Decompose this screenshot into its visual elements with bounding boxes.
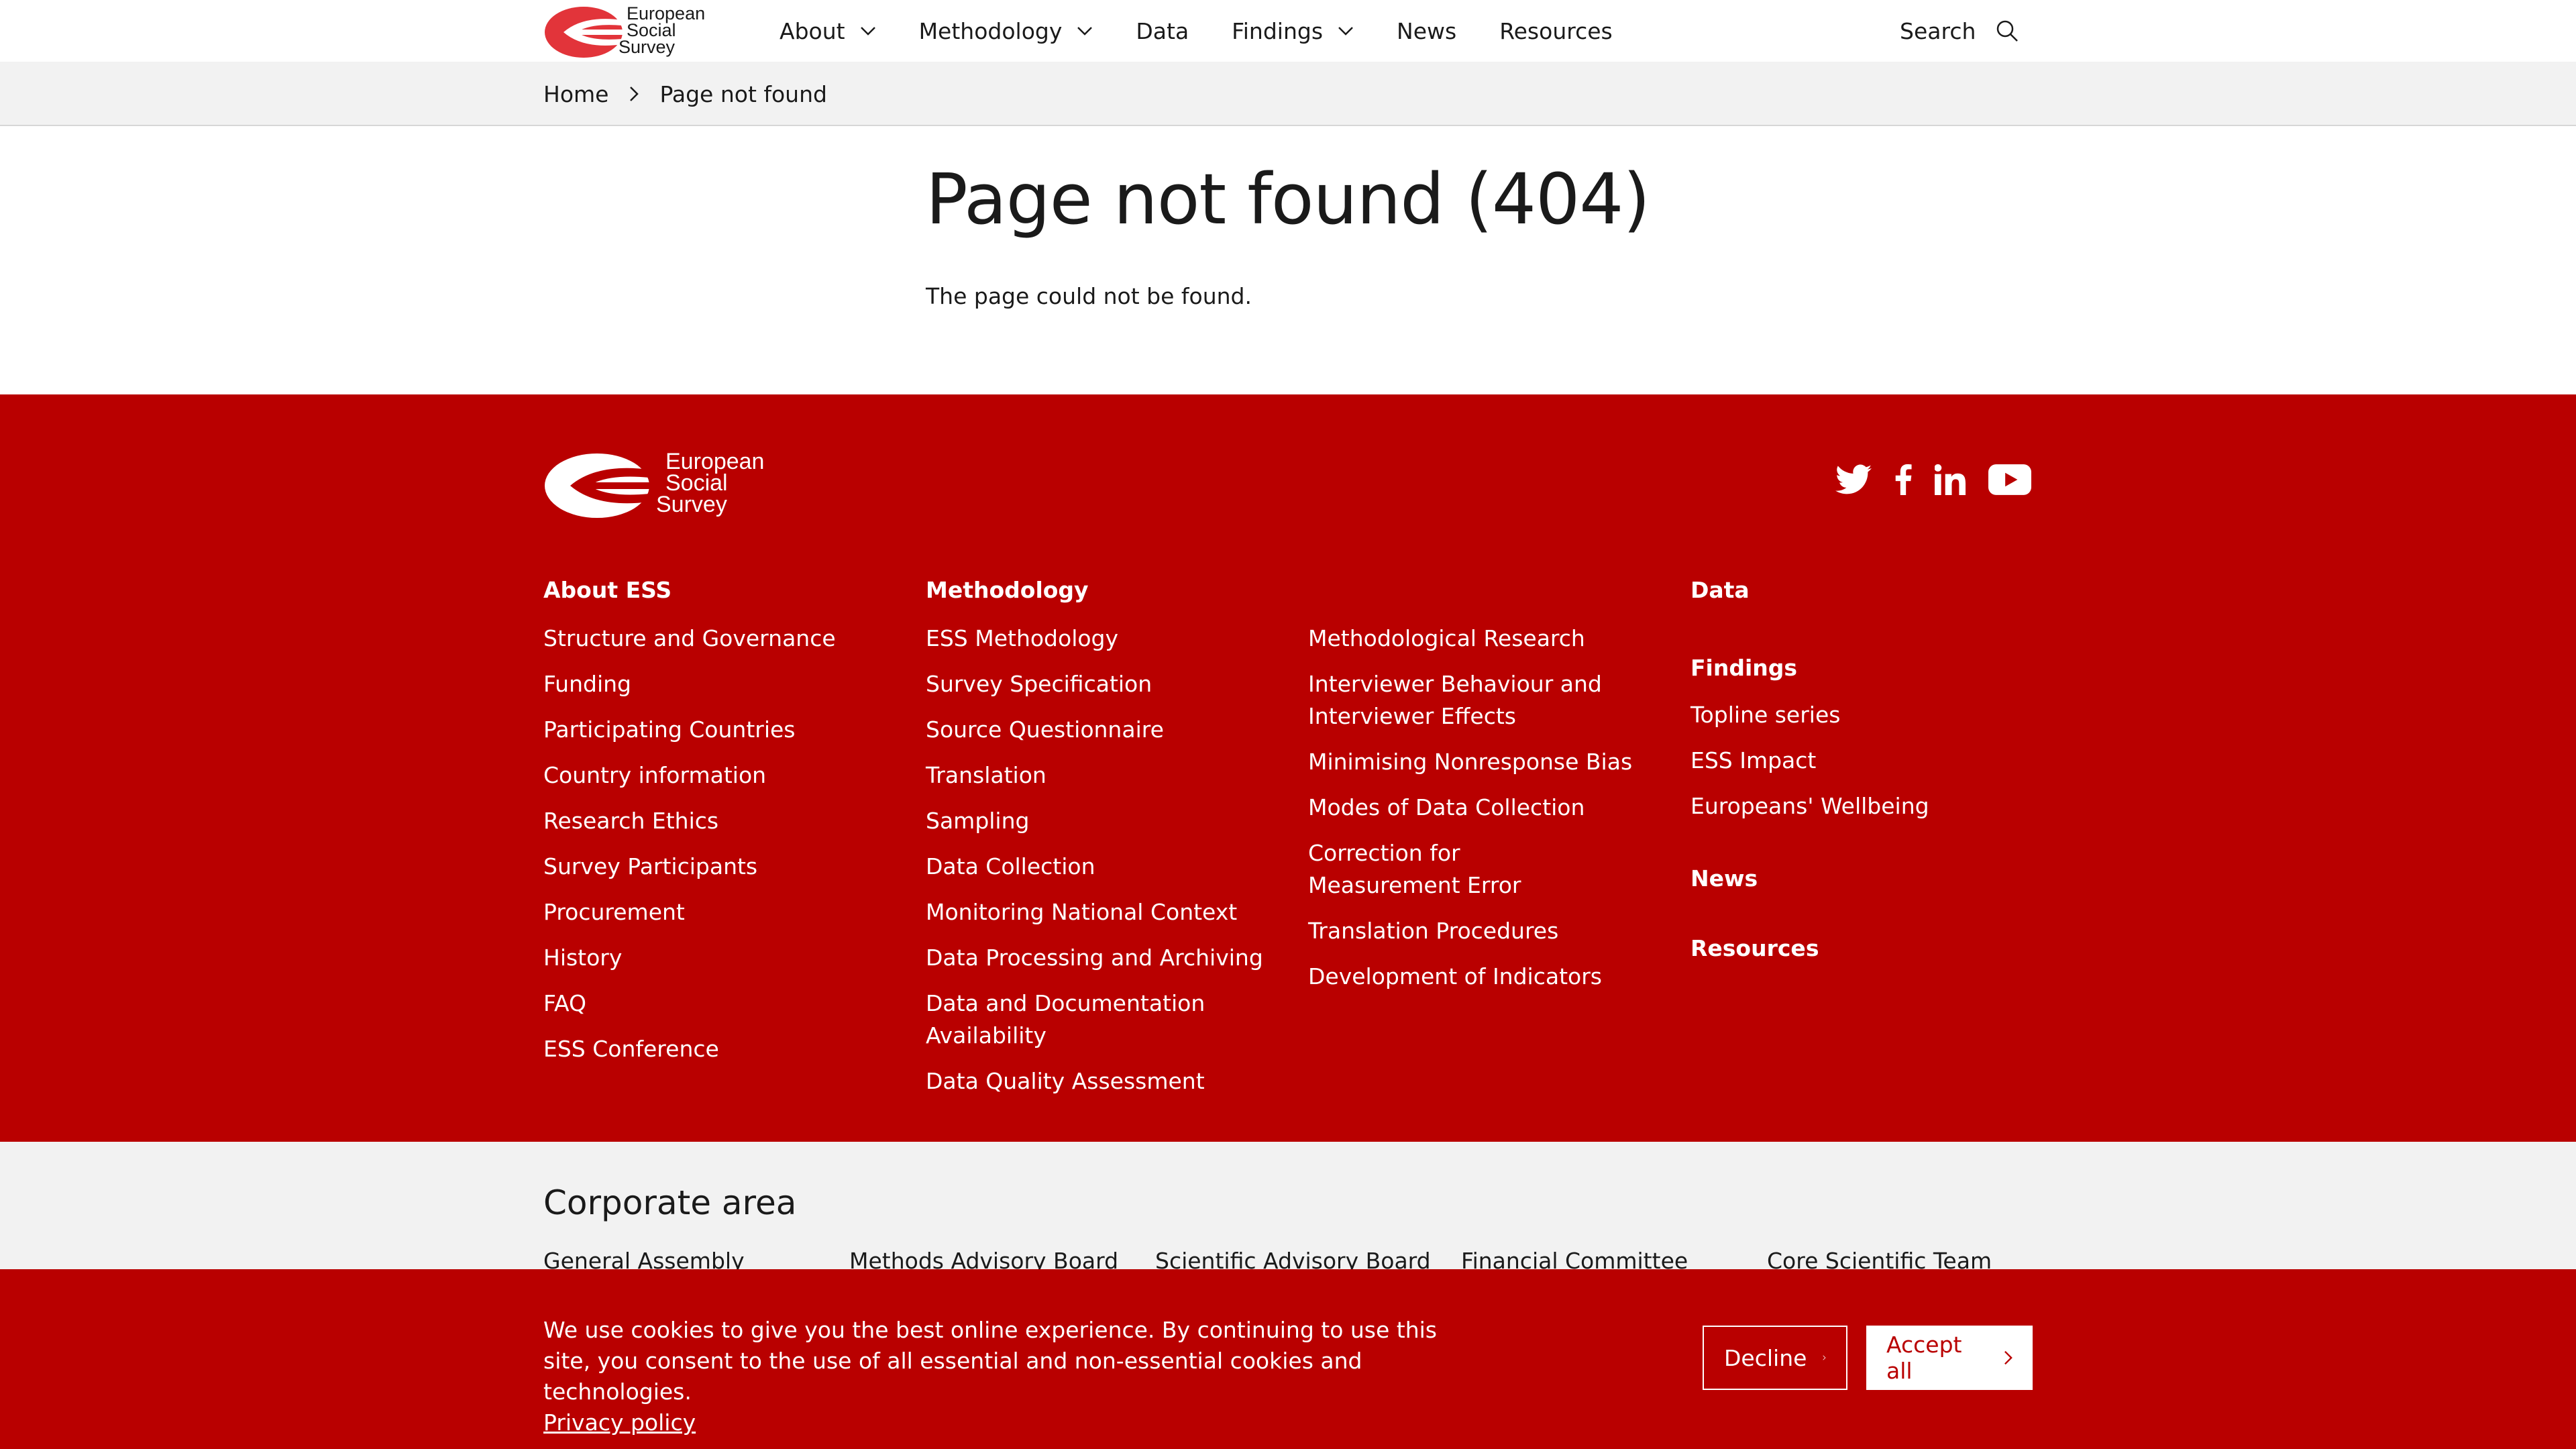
chevron-right-icon (1823, 1355, 1826, 1360)
nav-methodology-label: Methodology (918, 17, 1063, 44)
footer-link[interactable]: Translation Procedures (1308, 915, 1632, 947)
footer-heading-methodology[interactable]: Methodology (926, 577, 1263, 604)
chevron-down-icon (860, 27, 875, 36)
twitter-icon[interactable] (1835, 464, 1872, 498)
footer-link[interactable]: Topline series (1690, 699, 1929, 731)
breadcrumb-current: Page not found (659, 80, 827, 107)
cookie-text: We use cookies to give you the best onli… (543, 1317, 1438, 1405)
chevron-right-icon (630, 87, 639, 101)
cookie-banner: We use cookies to give you the best onli… (0, 1269, 2576, 1449)
footer-logo-word-1: European (665, 449, 765, 474)
footer-logo-word-2: Social (665, 470, 728, 496)
footer-col-about: About ESS Structure and Governance Fundi… (543, 577, 836, 1079)
footer-link[interactable]: Funding (543, 668, 836, 700)
nav-findings[interactable]: Findings (1232, 18, 1354, 44)
nav-news-label: News (1397, 17, 1457, 44)
footer-link[interactable]: Research Ethics (543, 805, 836, 837)
chevron-right-icon (2004, 1350, 2012, 1365)
footer-link[interactable]: Europeans' Wellbeing (1690, 790, 1929, 822)
accept-label: Accept all (1886, 1332, 1962, 1384)
ess-logo-footer[interactable]: European Social Survey (543, 449, 765, 521)
footer-link[interactable]: Source Questionnaire (926, 714, 1263, 746)
footer-col-methodology: Methodology ESS Methodology Survey Speci… (926, 577, 1263, 1111)
breadcrumb-home[interactable]: Home (543, 81, 608, 107)
chevron-down-icon (1077, 27, 1093, 36)
footer-link[interactable]: Structure and Governance (543, 623, 836, 655)
footer-link[interactable]: Monitoring National Context (926, 896, 1263, 928)
footer-link[interactable]: Development of Indicators (1308, 961, 1632, 993)
site-header: European Social Survey About Methodology… (0, 0, 2576, 62)
cookie-message: We use cookies to give you the best onli… (543, 1315, 1483, 1438)
footer-link[interactable]: FAQ (543, 987, 836, 1020)
footer-link[interactable]: Data Quality Assessment (926, 1065, 1263, 1097)
nav-resources[interactable]: Resources (1499, 18, 1613, 44)
breadcrumb: Home Page not found (543, 62, 827, 126)
search-icon (1997, 20, 2019, 42)
linkedin-icon[interactable] (1934, 464, 1966, 498)
footer-link[interactable]: Methodological Research (1308, 623, 1632, 655)
nav-resources-label: Resources (1499, 17, 1613, 44)
nav-data[interactable]: Data (1136, 18, 1189, 44)
search-button[interactable]: Search (1900, 0, 2019, 62)
logo-word-3: Survey (619, 37, 676, 57)
breadcrumb-bar: Home Page not found (0, 62, 2576, 126)
footer-heading-data[interactable]: Data (1690, 577, 1929, 604)
site-footer: European Social Survey About ESS Structu… (0, 394, 2576, 1142)
footer-heading-resources[interactable]: Resources (1690, 935, 1929, 962)
nav-about-label: About (780, 17, 845, 44)
ess-logo[interactable]: European Social Survey (543, 5, 715, 59)
decline-label: Decline (1724, 1344, 1807, 1371)
footer-link[interactable]: Data and Documentation Availability (926, 987, 1221, 1052)
search-label: Search (1900, 17, 1976, 44)
footer-col-methodology-2: Methodological Research Interviewer Beha… (1308, 623, 1632, 1006)
error-message: The page could not be found. (926, 283, 1252, 309)
footer-link[interactable]: ESS Impact (1690, 745, 1929, 777)
footer-link[interactable]: ESS Conference (543, 1033, 836, 1065)
footer-link[interactable]: Data Collection (926, 851, 1263, 883)
footer-link[interactable]: Survey Participants (543, 851, 836, 883)
corporate-area: Corporate area General Assembly Methods … (0, 1142, 2576, 1274)
footer-link[interactable]: Interviewer Behaviour and Interviewer Ef… (1308, 668, 1603, 733)
nav-about[interactable]: About (780, 18, 876, 44)
footer-link[interactable]: Sampling (926, 805, 1263, 837)
footer-col-data: Data Findings Topline series ESS Impact … (1690, 577, 1929, 979)
footer-logo-word-3: Survey (656, 492, 727, 517)
decline-button[interactable]: Decline (1703, 1326, 1847, 1390)
footer-heading-about[interactable]: About ESS (543, 577, 836, 604)
facebook-icon[interactable] (1894, 464, 1912, 498)
accept-all-button[interactable]: Accept all (1866, 1326, 2033, 1390)
footer-link[interactable]: Country information (543, 759, 836, 792)
youtube-icon[interactable] (1988, 464, 2031, 498)
footer-link[interactable]: Survey Specification (926, 668, 1263, 700)
chevron-down-icon (1338, 27, 1353, 36)
nav-methodology[interactable]: Methodology (919, 18, 1093, 44)
nav-news[interactable]: News (1397, 18, 1456, 44)
footer-link[interactable]: History (543, 942, 836, 974)
footer-heading-findings[interactable]: Findings (1690, 655, 1929, 682)
footer-link[interactable]: Translation (926, 759, 1263, 792)
footer-heading-news[interactable]: News (1690, 865, 1929, 892)
privacy-policy-link[interactable]: Privacy policy (543, 1407, 1483, 1438)
footer-link[interactable]: Correction for Measurement Error (1308, 837, 1603, 902)
nav-findings-label: Findings (1232, 17, 1324, 44)
page-title: Page not found (404) (926, 158, 1650, 240)
corporate-title: Corporate area (543, 1183, 797, 1222)
footer-link[interactable]: Participating Countries (543, 714, 836, 746)
social-links (1835, 464, 2054, 498)
footer-link[interactable]: Minimising Nonresponse Bias (1308, 746, 1632, 778)
main-nav: About Methodology Data Findings News Res… (780, 0, 1656, 62)
footer-link[interactable]: Data Processing and Archiving (926, 942, 1263, 974)
footer-link[interactable]: ESS Methodology (926, 623, 1263, 655)
footer-link[interactable]: Modes of Data Collection (1308, 792, 1632, 824)
footer-link[interactable]: Procurement (543, 896, 836, 928)
nav-data-label: Data (1136, 17, 1189, 44)
